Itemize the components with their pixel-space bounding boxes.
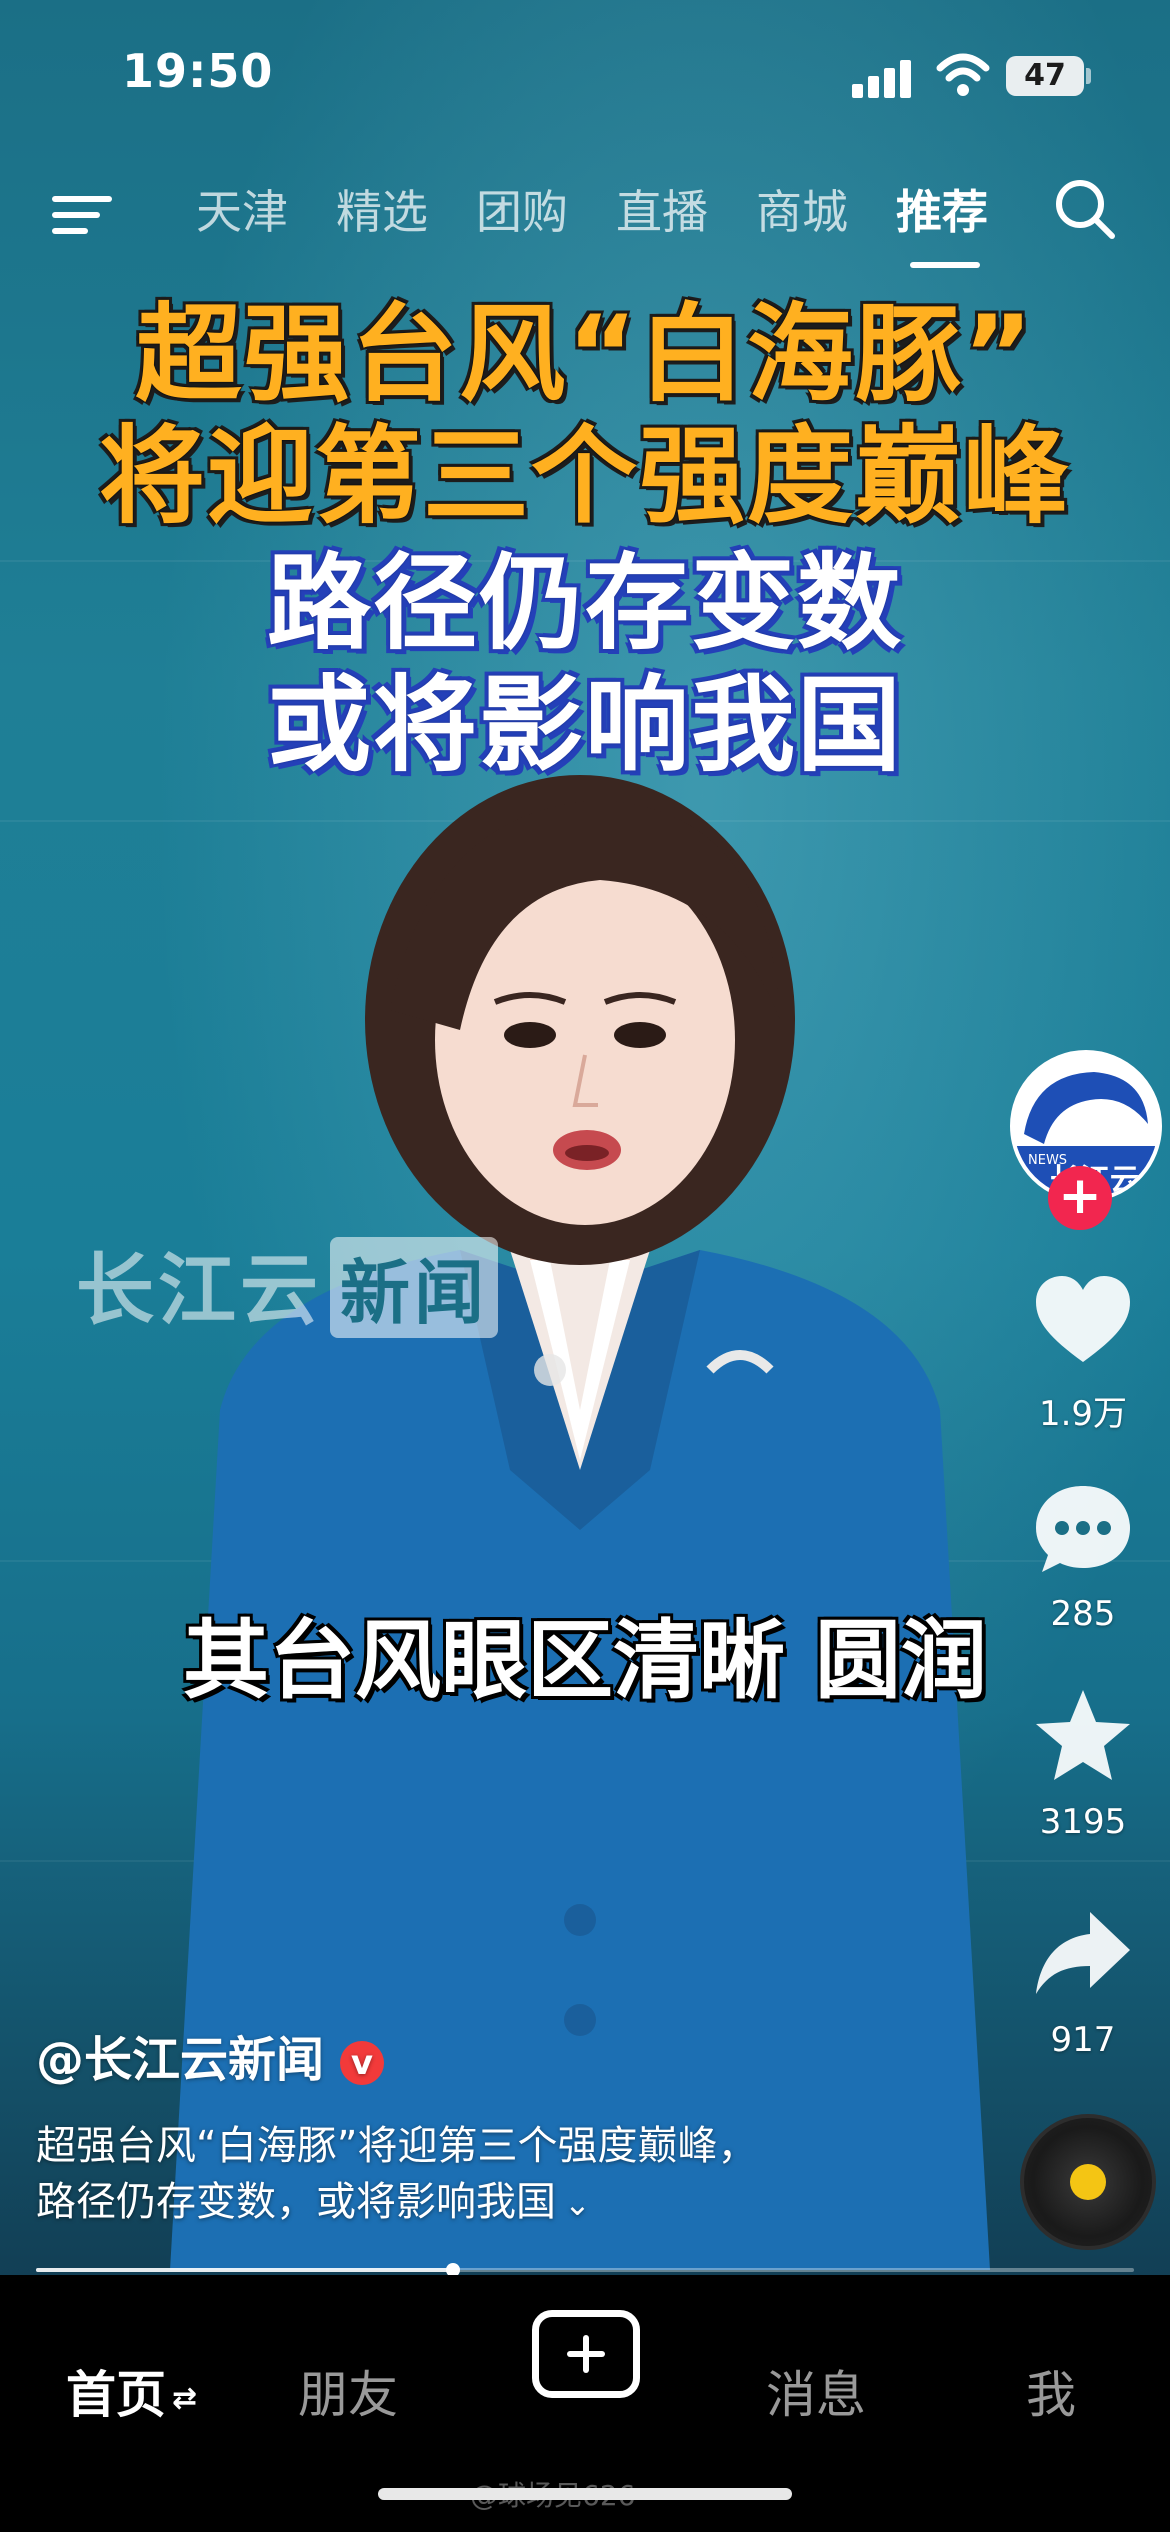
tab-recommended[interactable]: 推荐 bbox=[896, 176, 988, 242]
battery-cap bbox=[1086, 68, 1091, 84]
post-caption[interactable]: 超强台风“白海豚”将迎第三个强度巅峰， 路径仍存变数，或将影响我国 ⌄ bbox=[36, 2118, 896, 2232]
nav-friends[interactable]: 朋友 bbox=[298, 2355, 398, 2427]
clock: 19:50 bbox=[122, 44, 274, 98]
menu-icon[interactable] bbox=[52, 182, 116, 234]
home-indicator[interactable] bbox=[378, 2488, 792, 2500]
caption-line-1: 超强台风“白海豚”将迎第三个强度巅峰， bbox=[36, 2123, 758, 2169]
nav-home[interactable]: 首页 ⇄ bbox=[66, 2355, 197, 2427]
nav-messages[interactable]: 消息 bbox=[766, 2355, 866, 2427]
switch-arrows-icon: ⇄ bbox=[172, 2381, 198, 2416]
like-heart-icon[interactable] bbox=[1030, 1270, 1136, 1370]
music-disc-center bbox=[1070, 2164, 1106, 2200]
tab-featured[interactable]: 精选 bbox=[336, 176, 428, 242]
follow-button[interactable]: + bbox=[1048, 1166, 1112, 1230]
tab-mall[interactable]: 商城 bbox=[756, 176, 848, 242]
video-progress-fill bbox=[36, 2268, 454, 2272]
expand-chevron-icon[interactable]: ⌄ bbox=[564, 2185, 591, 2223]
verified-badge-icon: v bbox=[340, 2041, 385, 2085]
comment-count: 285 bbox=[1050, 1594, 1116, 1634]
watermark-tag: 新闻 bbox=[330, 1237, 499, 1338]
tab-tianjin[interactable]: 天津 bbox=[196, 176, 288, 242]
share-arrow-icon[interactable] bbox=[1030, 1904, 1136, 2004]
favorite-count: 3195 bbox=[1039, 1802, 1127, 1842]
battery-indicator: 47 bbox=[1006, 56, 1084, 96]
tab-group-buy[interactable]: 团购 bbox=[476, 176, 568, 242]
comment-bubble-icon[interactable] bbox=[1030, 1480, 1136, 1580]
music-disc[interactable] bbox=[1020, 2114, 1156, 2250]
caption-line-2: 路径仍存变数，或将影响我国 bbox=[36, 2179, 556, 2225]
cellular-signal-icon bbox=[852, 58, 916, 98]
tab-live[interactable]: 直播 bbox=[616, 176, 708, 242]
author-name-row[interactable]: @长江云新闻 v bbox=[36, 2020, 385, 2090]
top-navigation: 天津 精选 团购 直播 商城 推荐 bbox=[0, 170, 1170, 270]
video-subtitle: 其台风眼区清晰 圆润 bbox=[183, 1611, 987, 1711]
nav-home-label: 首页 bbox=[66, 2366, 166, 2424]
search-icon[interactable] bbox=[1052, 176, 1118, 242]
nav-me[interactable]: 我 bbox=[1026, 2355, 1076, 2427]
headline-line-4: 或将影响我国 bbox=[266, 664, 903, 786]
wifi-icon bbox=[936, 53, 990, 96]
favorite-star-icon[interactable] bbox=[1030, 1686, 1136, 1786]
create-post-button[interactable] bbox=[532, 2310, 640, 2398]
like-count: 1.9万 bbox=[1038, 1394, 1128, 1434]
share-count: 917 bbox=[1050, 2020, 1116, 2060]
channel-watermark: 长江云 新闻 bbox=[76, 1228, 499, 1340]
video-progress-bar[interactable] bbox=[36, 2263, 1134, 2277]
status-bar: 19:50 47 bbox=[0, 0, 1170, 150]
watermark-main: 长江云 bbox=[76, 1246, 323, 1336]
author-name[interactable]: @长江云新闻 bbox=[36, 2032, 324, 2088]
